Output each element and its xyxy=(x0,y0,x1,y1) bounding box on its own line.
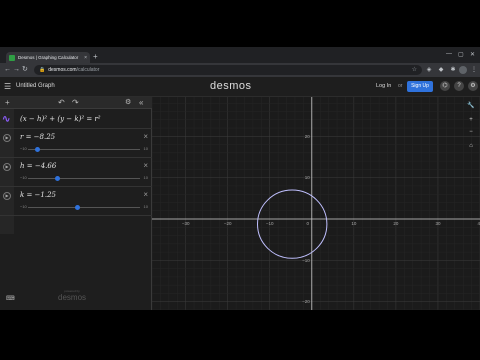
tab-close-icon[interactable]: × xyxy=(84,55,87,61)
puzzle-icon[interactable]: ✱ xyxy=(449,66,457,74)
slider-max[interactable]: 10 xyxy=(144,175,148,180)
reload-button[interactable]: ↻ xyxy=(22,65,28,75)
or-text: or xyxy=(398,83,403,89)
graph-canvas[interactable]: −30−20−100102030402010−10−20 xyxy=(143,94,480,310)
signup-button[interactable]: Sign Up xyxy=(407,81,433,92)
expression-toolbar: + ↶ ↷ ⚙ « xyxy=(0,97,152,109)
slider-row-k[interactable]: ▶ k = −1.25 × −10 10 xyxy=(0,187,152,216)
slider-row-h[interactable]: ▶ h = −4.66 × −10 10 xyxy=(0,158,152,187)
minimize-icon[interactable]: — xyxy=(446,51,452,57)
browser-tab[interactable]: Desmos | Graphing Calculator × xyxy=(6,52,90,63)
extension-icon[interactable]: ◆ xyxy=(437,66,445,74)
slider-max[interactable]: 10 xyxy=(144,204,148,209)
x-tick-label: −20 xyxy=(224,221,232,226)
y-tick-label: −10 xyxy=(302,258,310,263)
expression-gutter xyxy=(0,216,14,234)
keyboard-icon[interactable]: ⌨ xyxy=(6,295,15,302)
empty-expression-row[interactable] xyxy=(0,216,152,234)
slider-min[interactable]: −10 xyxy=(20,204,27,209)
play-slider-icon[interactable]: ▶ xyxy=(3,192,11,200)
tab-title: Desmos | Graphing Calculator xyxy=(18,55,79,60)
slider-min[interactable]: −10 xyxy=(20,175,27,180)
delete-expression-icon[interactable]: × xyxy=(143,162,148,170)
wrench-icon[interactable]: 🔧 xyxy=(466,101,476,111)
slider-row-r[interactable]: ▶ r = −8.25 × −10 10 xyxy=(0,129,152,158)
powered-by-desmos: powered by desmos xyxy=(58,289,87,302)
collapse-panel-icon[interactable]: « xyxy=(139,98,143,108)
help-icon[interactable]: ? xyxy=(454,81,464,91)
x-tick-label: −10 xyxy=(266,221,274,226)
slider-min[interactable]: −10 xyxy=(20,146,27,151)
settings-icon[interactable]: ⚙ xyxy=(468,81,478,91)
play-slider-icon[interactable]: ▶ xyxy=(3,134,11,142)
slider-track[interactable] xyxy=(28,149,140,150)
desmos-logo: desmos xyxy=(210,80,252,92)
window-close-icon[interactable]: ✕ xyxy=(470,51,475,58)
graph-color-icon[interactable]: ∿ xyxy=(2,115,10,125)
desmos-header: ☰ Untitled Graph desmos Log In or Sign U… xyxy=(0,77,480,97)
y-tick-label: 20 xyxy=(305,134,311,139)
expression-latex[interactable]: k = −1.25 xyxy=(20,191,56,199)
slider-knob[interactable] xyxy=(74,205,80,210)
chrome-menu-icon[interactable]: ⋮ xyxy=(470,66,478,74)
browser-toolbar: ← → ↻ 🔒 desmos.com /calculator ☆ ◈ ◆ ✱ ⋮ xyxy=(0,63,480,77)
maximize-icon[interactable]: ▢ xyxy=(458,51,464,58)
expression-latex[interactable]: r = −8.25 xyxy=(20,133,55,141)
login-link[interactable]: Log In xyxy=(376,83,391,89)
desmos-favicon-icon xyxy=(9,54,15,61)
menu-icon[interactable]: ☰ xyxy=(4,83,11,91)
redo-button[interactable]: ↷ xyxy=(72,98,79,108)
settings-wrench-icon[interactable]: ⚙ xyxy=(125,98,131,108)
zoom-out-icon[interactable]: − xyxy=(466,127,476,137)
forward-button[interactable]: → xyxy=(13,65,20,75)
bookmark-star-icon[interactable]: ☆ xyxy=(412,66,417,73)
lock-icon: 🔒 xyxy=(39,67,46,73)
delete-expression-icon[interactable]: × xyxy=(143,133,148,141)
expression-latex[interactable]: (x − h)² + (y − k)² = r² xyxy=(20,115,101,123)
play-slider-icon[interactable]: ▶ xyxy=(3,163,11,171)
url-path: /calculator xyxy=(76,67,100,73)
url-host: desmos.com xyxy=(48,67,77,73)
expression-latex[interactable]: h = −4.66 xyxy=(20,162,56,170)
expression-row[interactable]: ∿ (x − h)² + (y − k)² = r² xyxy=(0,109,152,129)
y-tick-label: −20 xyxy=(302,299,310,304)
new-tab-button[interactable]: + xyxy=(93,52,98,62)
browser-window: Desmos | Graphing Calculator × + — ▢ ✕ ←… xyxy=(0,47,480,310)
address-bar[interactable]: 🔒 desmos.com /calculator ☆ xyxy=(34,65,422,75)
slider-track[interactable] xyxy=(28,207,140,208)
x-tick-label: 30 xyxy=(435,221,441,226)
y-tick-label: 10 xyxy=(305,175,311,180)
x-tick-label: −30 xyxy=(182,221,190,226)
back-button[interactable]: ← xyxy=(4,65,11,75)
undo-button[interactable]: ↶ xyxy=(58,98,65,108)
x-tick-label: 10 xyxy=(351,221,357,226)
slider-track[interactable] xyxy=(28,178,140,179)
slider-knob[interactable] xyxy=(55,176,61,181)
zoom-in-icon[interactable]: + xyxy=(466,115,476,125)
x-tick-label: 0 xyxy=(307,221,310,226)
graph-paper[interactable]: −30−20−100102030402010−10−20 🔧 + − ⌂ xyxy=(143,94,480,310)
graph-title[interactable]: Untitled Graph xyxy=(16,83,55,89)
slider-max[interactable]: 10 xyxy=(144,146,148,151)
delete-expression-icon[interactable]: × xyxy=(143,191,148,199)
translate-icon[interactable]: ⌬ xyxy=(440,81,450,91)
tab-strip: Desmos | Graphing Calculator × + — ▢ ✕ xyxy=(0,47,480,63)
profile-avatar[interactable] xyxy=(459,66,467,74)
x-tick-label: 20 xyxy=(393,221,399,226)
add-expression-button[interactable]: + xyxy=(5,98,10,108)
slider-knob[interactable] xyxy=(35,147,41,152)
home-icon[interactable]: ⌂ xyxy=(466,141,476,151)
expression-panel: + ↶ ↷ ⚙ « ∿ (x − h)² + (y − k)² = r² ▶ r… xyxy=(0,97,152,310)
extension-icon[interactable]: ◈ xyxy=(425,66,433,74)
